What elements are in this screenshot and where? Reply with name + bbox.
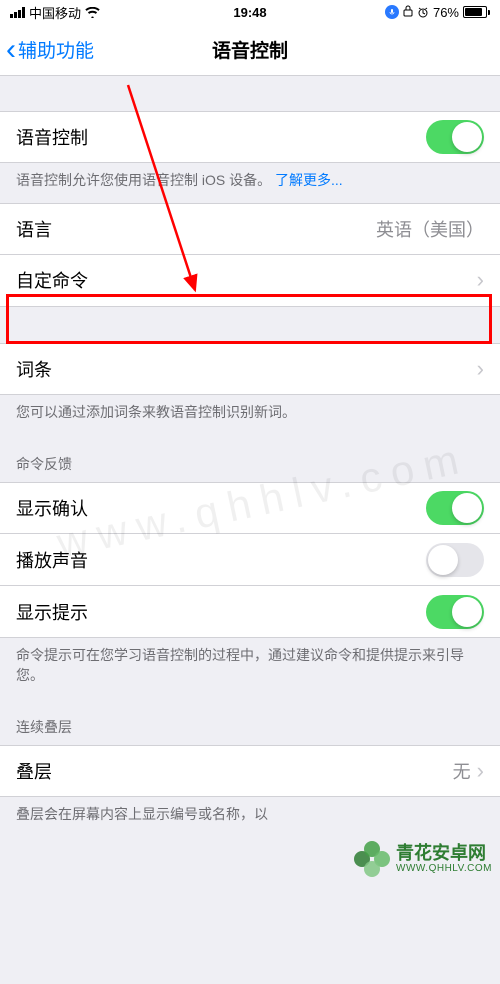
custom-commands-label: 自定命令 xyxy=(16,267,88,293)
show-confirm-row[interactable]: 显示确认 xyxy=(0,482,500,534)
show-confirm-switch[interactable] xyxy=(426,491,484,525)
status-time: 19:48 xyxy=(233,5,266,20)
show-hints-desc: 命令提示可在您学习语音控制的过程中，通过建议命令和提供提示来引导您。 xyxy=(0,638,500,697)
vocabulary-label: 词条 xyxy=(16,356,52,382)
feedback-header: 命令反馈 xyxy=(0,434,500,482)
show-hints-row[interactable]: 显示提示 xyxy=(0,586,500,638)
vocabulary-row[interactable]: 词条 › xyxy=(0,343,500,395)
overlay-row[interactable]: 叠层 无 › xyxy=(0,745,500,797)
alarm-icon xyxy=(417,6,429,18)
play-sound-switch[interactable] xyxy=(426,543,484,577)
wifi-icon xyxy=(85,7,100,18)
voice-control-row[interactable]: 语音控制 xyxy=(0,111,500,163)
brand-url: WWW.QHHLV.COM xyxy=(396,863,492,874)
play-sound-label: 播放声音 xyxy=(16,547,88,573)
brand-logo-icon xyxy=(354,841,390,877)
play-sound-row[interactable]: 播放声音 xyxy=(0,534,500,586)
signal-icon xyxy=(10,7,25,18)
language-value: 英语（美国） xyxy=(376,216,484,242)
status-left: 中国移动 xyxy=(10,3,100,22)
lock-icon xyxy=(403,5,413,20)
language-row[interactable]: 语言 英语（美国） xyxy=(0,203,500,255)
learn-more-link[interactable]: 了解更多... xyxy=(275,172,343,188)
voice-control-switch[interactable] xyxy=(426,120,484,154)
status-bar: 中国移动 19:48 76% xyxy=(0,0,500,24)
overlay-header: 连续叠层 xyxy=(0,697,500,745)
voice-control-label: 语音控制 xyxy=(16,124,88,150)
back-label: 辅助功能 xyxy=(18,36,94,63)
carrier-label: 中国移动 xyxy=(29,3,81,22)
battery-icon xyxy=(463,6,490,18)
status-right: 76% xyxy=(385,5,490,20)
chevron-right-icon: › xyxy=(477,356,484,382)
show-hints-label: 显示提示 xyxy=(16,599,88,625)
chevron-right-icon: › xyxy=(477,267,484,293)
voice-control-desc: 语音控制允许您使用语音控制 iOS 设备。 了解更多... xyxy=(0,163,500,203)
show-confirm-label: 显示确认 xyxy=(16,495,88,521)
overlay-label: 叠层 xyxy=(16,758,52,784)
show-hints-switch[interactable] xyxy=(426,595,484,629)
custom-commands-row[interactable]: 自定命令 › xyxy=(0,255,500,307)
chevron-left-icon: ‹ xyxy=(6,35,16,65)
page-title: 语音控制 xyxy=(212,36,288,63)
overlay-value: 无 xyxy=(453,758,471,784)
vocabulary-desc: 您可以通过添加词条来教语音控制识别新词。 xyxy=(0,395,500,435)
brand-badge: 青花安卓网 WWW.QHHLV.COM xyxy=(354,841,492,877)
chevron-right-icon: › xyxy=(477,758,484,784)
nav-bar: ‹ 辅助功能 语音控制 xyxy=(0,24,500,76)
back-button[interactable]: ‹ 辅助功能 xyxy=(0,35,94,65)
language-label: 语言 xyxy=(16,216,52,242)
brand-name: 青花安卓网 xyxy=(396,844,492,864)
mic-indicator-icon xyxy=(385,5,399,19)
battery-pct: 76% xyxy=(433,5,459,20)
overlay-desc: 叠层会在屏幕内容上显示编号或名称，以 xyxy=(0,797,500,837)
